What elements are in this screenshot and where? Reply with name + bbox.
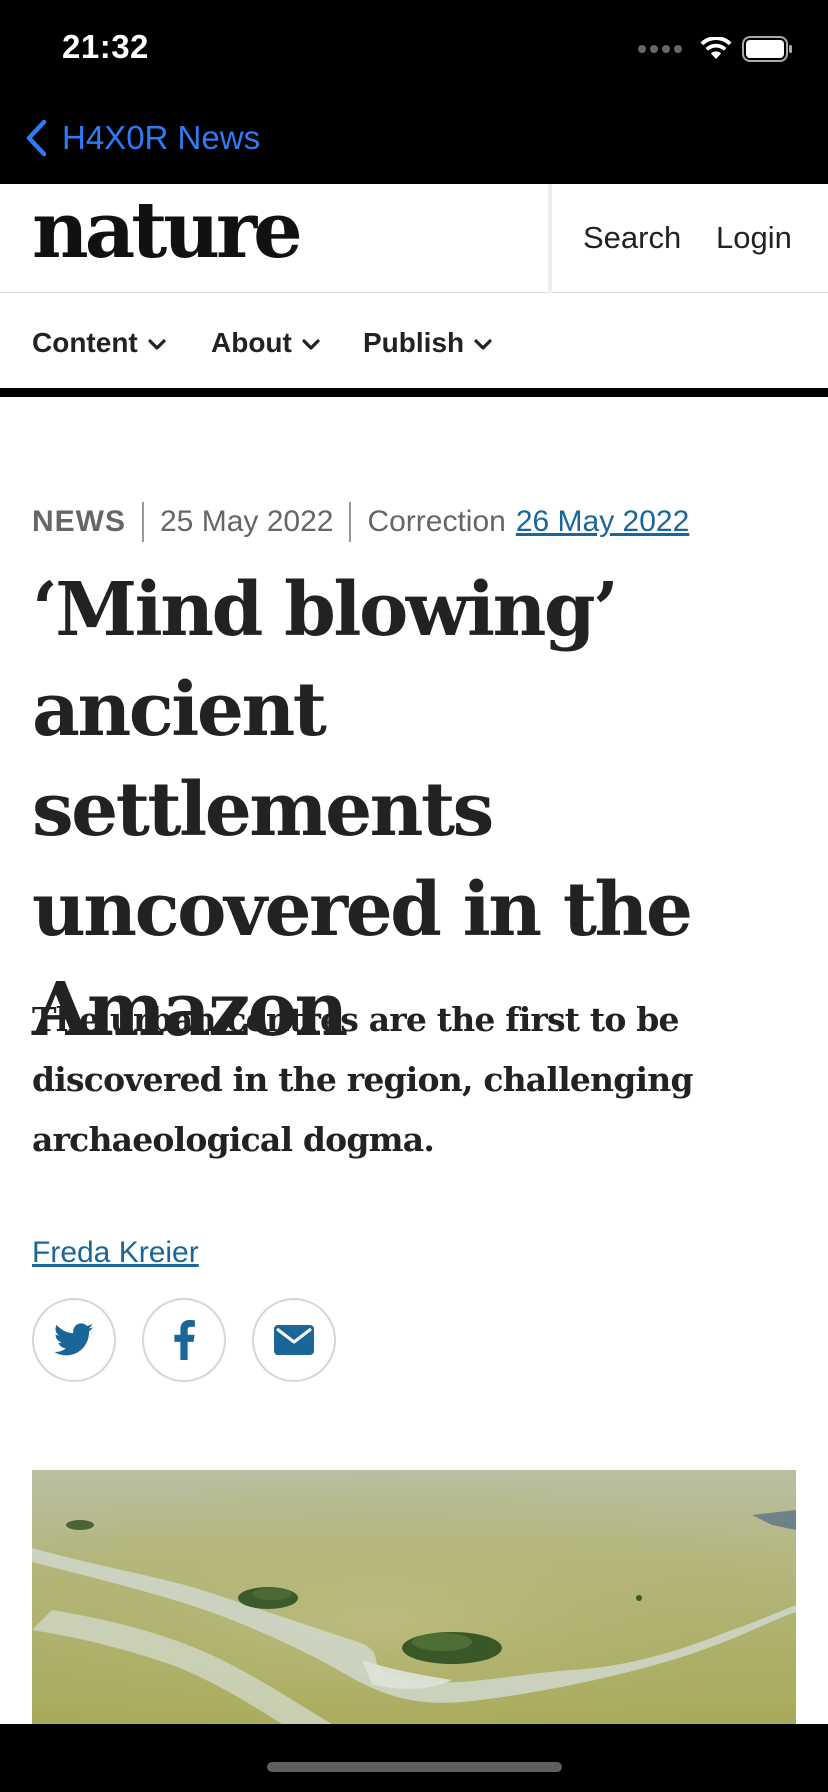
battery-icon xyxy=(742,36,792,62)
home-indicator[interactable] xyxy=(267,1762,562,1772)
site-header: nature Search Login xyxy=(0,184,828,293)
chevron-down-icon xyxy=(474,338,492,350)
email-icon xyxy=(274,1325,314,1355)
menu-about[interactable]: About xyxy=(211,327,320,359)
nav-bar: H4X0R News xyxy=(0,100,828,184)
back-label: H4X0R News xyxy=(62,119,261,156)
nature-logo[interactable]: nature xyxy=(32,188,303,274)
article-type: NEWS xyxy=(32,505,126,538)
chevron-down-icon xyxy=(148,338,166,350)
menu-publish[interactable]: Publish xyxy=(363,327,492,359)
chevron-left-icon xyxy=(26,119,47,157)
correction-date-link[interactable]: 26 May 2022 xyxy=(516,505,689,539)
amazon-aerial-image xyxy=(32,1470,796,1724)
bottom-bar xyxy=(0,1724,828,1792)
hero-image xyxy=(32,1470,796,1724)
article-meta: NEWS 25 May 2022 Correction 26 May 2022 xyxy=(32,502,689,542)
share-twitter-button[interactable] xyxy=(32,1298,116,1382)
menu-bar: Content About Publish xyxy=(0,293,828,397)
share-row xyxy=(32,1298,336,1382)
article-standfirst: The urban centres are the first to be di… xyxy=(32,1000,694,1159)
twitter-icon xyxy=(54,1323,94,1356)
article-title: ‘Mind blowing’ ancient settlements uncov… xyxy=(32,567,693,1053)
article-date: 25 May 2022 xyxy=(160,505,334,538)
back-button[interactable]: H4X0R News xyxy=(24,118,260,158)
meta-divider xyxy=(349,502,352,542)
wifi-icon xyxy=(700,37,732,59)
facebook-icon xyxy=(174,1320,195,1360)
menu-publish-label: Publish xyxy=(363,327,465,358)
status-icons xyxy=(638,36,794,62)
menu-content[interactable]: Content xyxy=(32,327,166,359)
login-link[interactable]: Login xyxy=(716,220,792,256)
header-divider xyxy=(548,184,552,293)
share-email-button[interactable] xyxy=(252,1298,336,1382)
share-facebook-button[interactable] xyxy=(142,1298,226,1382)
status-bar: 21:32 xyxy=(0,0,828,100)
author-link[interactable]: Freda Kreier xyxy=(32,1236,199,1270)
signal-icon xyxy=(638,45,682,53)
correction-label: Correction xyxy=(367,505,506,538)
menu-content-label: Content xyxy=(32,327,138,358)
search-link[interactable]: Search xyxy=(583,220,681,256)
menu-about-label: About xyxy=(211,327,292,358)
status-time: 21:32 xyxy=(62,28,149,65)
chevron-down-icon xyxy=(302,338,320,350)
meta-divider xyxy=(142,502,144,542)
